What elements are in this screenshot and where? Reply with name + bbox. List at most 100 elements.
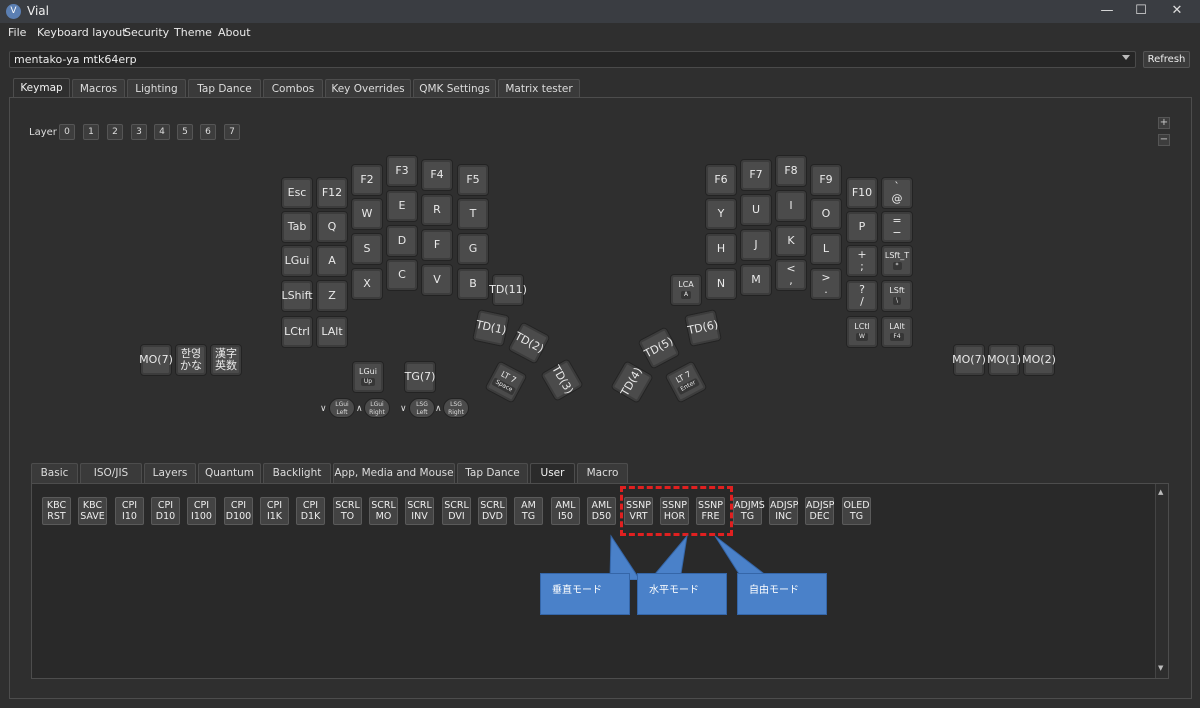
tab-qmk-settings[interactable]: QMK Settings [413,79,496,98]
key[interactable]: F [421,229,453,261]
user-keycode[interactable]: CPI I10 [115,497,144,525]
key[interactable]: LShift [281,280,313,312]
user-keycode[interactable]: ADJMS TG [733,497,765,525]
encoder-key[interactable]: LGui Left [329,398,355,418]
key[interactable]: L [810,233,842,265]
layer-button-7[interactable]: 7 [224,124,240,140]
key[interactable]: J [740,229,772,261]
tab-layers[interactable]: Layers [144,463,196,483]
zoom-in-button[interactable]: + [1158,117,1170,129]
key[interactable]: Z [316,280,348,312]
key[interactable]: P [846,211,878,243]
key[interactable]: Esc [281,177,313,209]
key[interactable]: F8 [775,155,807,187]
key[interactable]: TD(11) [489,274,527,306]
key[interactable]: MO(7) [952,344,986,376]
tab-user[interactable]: User [530,463,575,483]
tab-key-overrides[interactable]: Key Overrides [325,79,411,98]
key[interactable]: G [457,233,489,265]
key[interactable]: LCtrl [281,316,313,348]
key[interactable]: F7 [740,159,772,191]
layer-button-6[interactable]: 6 [200,124,216,140]
key[interactable]: TD(6) [684,309,722,347]
key[interactable]: LCA A [670,274,702,306]
key[interactable]: MO(7) [139,344,173,376]
tab-basic[interactable]: Basic [31,463,78,483]
key[interactable]: W [351,198,383,230]
tab-iso-jis[interactable]: ISO/JIS [80,463,142,483]
key[interactable]: R [421,194,453,226]
key[interactable]: X [351,268,383,300]
menu-security[interactable]: Security [124,26,169,39]
user-keycode[interactable]: ADJSP INC [769,497,798,525]
key[interactable]: H [705,233,737,265]
key[interactable]: N [705,268,737,300]
tab-macros[interactable]: Macros [72,79,125,98]
key[interactable]: F9 [810,164,842,196]
user-keycode[interactable]: AML D50 [587,497,616,525]
user-keycode[interactable]: CPI D10 [151,497,180,525]
key[interactable]: Y [705,198,737,230]
user-keycode[interactable]: SCRL INV [405,497,434,525]
key[interactable]: LAlt [316,316,348,348]
key[interactable]: ? / [846,280,878,312]
key[interactable]: T [457,198,489,230]
refresh-button[interactable]: Refresh [1143,51,1190,68]
user-keycode[interactable]: KBC SAVE [78,497,107,525]
key[interactable]: LSft_T * [881,245,913,277]
key[interactable]: B [457,268,489,300]
key[interactable]: < , [775,259,807,291]
user-keycode[interactable]: AML I50 [551,497,580,525]
layer-button-5[interactable]: 5 [177,124,193,140]
key[interactable]: TD(1) [472,309,510,347]
key[interactable]: F12 [316,177,348,209]
key[interactable]: = − [881,211,913,243]
key[interactable]: Q [316,211,348,243]
menu-keyboard-layout[interactable]: Keyboard layout [37,26,127,39]
tab-tap-dance[interactable]: Tap Dance [188,79,261,98]
user-keycode[interactable]: SCRL TO [333,497,362,525]
key[interactable]: MO(1) [987,344,1021,376]
layer-button-1[interactable]: 1 [83,124,99,140]
key[interactable]: F6 [705,164,737,196]
encoder-key[interactable]: LGui Right [364,398,390,418]
tab-combos[interactable]: Combos [263,79,323,98]
tab-backlight[interactable]: Backlight [263,463,331,483]
tab-macro[interactable]: Macro [577,463,628,483]
user-keycode[interactable]: AM TG [514,497,543,525]
tab-tap-dance-keys[interactable]: Tap Dance [457,463,528,483]
key[interactable]: F4 [421,159,453,191]
key[interactable]: S [351,233,383,265]
key[interactable]: V [421,264,453,296]
palette-scrollbar[interactable]: ▲ ▼ [1155,484,1168,678]
key[interactable]: U [740,194,772,226]
menu-about[interactable]: About [218,26,251,39]
tab-lighting[interactable]: Lighting [127,79,186,98]
tab-matrix-tester[interactable]: Matrix tester [498,79,580,98]
key[interactable]: TG(7) [404,361,436,393]
tab-app-media-mouse[interactable]: App, Media and Mouse [333,463,455,483]
key[interactable]: F5 [457,164,489,196]
key[interactable]: 한영 かな [175,344,207,376]
user-keycode[interactable]: SCRL MO [369,497,398,525]
user-keycode[interactable]: CPI D1K [296,497,325,525]
close-icon[interactable]: ✕ [1154,0,1200,23]
user-keycode[interactable]: SCRL DVI [442,497,471,525]
user-keycode[interactable]: CPI D100 [224,497,253,525]
scroll-down-icon[interactable]: ▼ [1158,664,1163,672]
key[interactable]: I [775,190,807,222]
key[interactable]: LGui [281,245,313,277]
key[interactable]: K [775,225,807,257]
user-keycode[interactable]: OLED TG [842,497,871,525]
key[interactable]: > . [810,268,842,300]
menu-file[interactable]: File [8,26,26,39]
key[interactable]: Tab [281,211,313,243]
user-keycode[interactable]: CPI I1K [260,497,289,525]
key[interactable]: F10 [846,177,878,209]
key[interactable]: LAlt F4 [881,316,913,348]
encoder-key[interactable]: LSG Left [409,398,435,418]
device-select[interactable]: mentako-ya mtk64erp [9,51,1136,68]
menu-theme[interactable]: Theme [174,26,212,39]
key[interactable]: LGui Up [352,361,384,393]
zoom-out-button[interactable]: − [1158,134,1170,146]
